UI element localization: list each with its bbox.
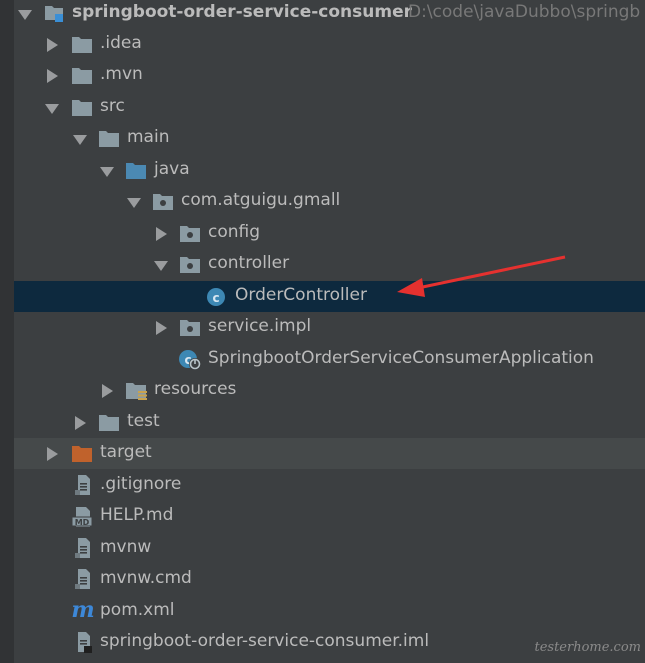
annotation-arrow xyxy=(397,255,566,297)
watermark: testerhome.com xyxy=(534,640,641,655)
